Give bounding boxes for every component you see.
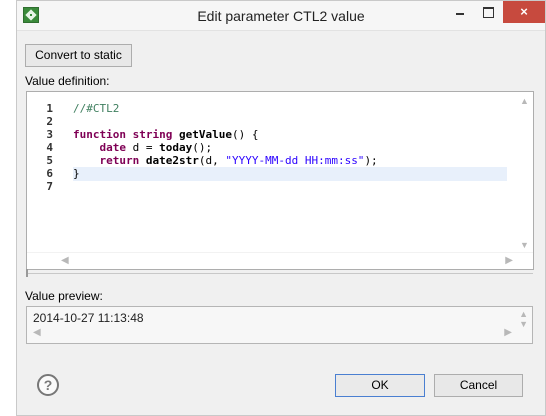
code-editor[interactable]: 1 2 3 4 5 6 7 //#CTL2 function string ge… — [26, 91, 534, 270]
scroll-up-icon[interactable]: ▲ — [520, 96, 529, 106]
maximize-icon[interactable] — [475, 1, 501, 23]
line-number: 3 — [46, 128, 53, 141]
help-icon[interactable]: ? — [37, 374, 59, 396]
code-text: d = — [126, 141, 160, 154]
scroll-left-icon[interactable]: ◀ — [33, 327, 41, 338]
code-function-name: getValue — [178, 128, 232, 141]
scroll-down-icon[interactable]: ▼ — [519, 319, 528, 329]
value-preview-field: 2014-10-27 11:13:48 ▲ ▼ ◀ ▶ — [26, 306, 533, 344]
code-keyword: function string — [73, 128, 179, 141]
scroll-right-icon[interactable]: ▶ — [505, 255, 513, 266]
code-line-6: } — [73, 167, 80, 180]
scroll-down-icon[interactable]: ▼ — [520, 240, 529, 250]
cancel-button[interactable]: Cancel — [434, 374, 523, 397]
line-number: 2 — [46, 115, 53, 128]
scroll-up-icon[interactable]: ▲ — [519, 309, 528, 319]
dialog-window: Edit parameter CTL2 value × Convert to s… — [16, 0, 546, 416]
value-preview-text: 2014-10-27 11:13:48 — [33, 311, 144, 325]
code-string: "YYYY-MM-dd HH:mm:ss" — [225, 154, 365, 167]
code-text: } — [73, 167, 80, 180]
minimize-icon[interactable] — [447, 1, 473, 23]
editor-vertical-scrollbar[interactable]: ▲ ▼ — [516, 92, 533, 252]
code-text: () { — [231, 128, 259, 141]
editor-horizontal-scrollbar[interactable]: ◀ ▶ — [27, 252, 533, 269]
line-number: 4 — [46, 141, 53, 154]
line-number-gutter: 1 2 3 4 5 6 7 — [27, 92, 69, 252]
title-bar: Edit parameter CTL2 value × — [17, 1, 545, 31]
code-text: (d, — [198, 154, 226, 167]
code-keyword: return — [99, 154, 140, 167]
code-text: ); — [364, 154, 378, 167]
line-number: 6 — [46, 167, 53, 180]
code-line-1: //#CTL2 — [73, 102, 119, 115]
code-comment: //#CTL2 — [73, 102, 120, 115]
close-icon[interactable]: × — [503, 1, 545, 23]
line-number: 5 — [46, 154, 53, 167]
value-definition-label: Value definition: — [25, 74, 110, 88]
sash-divider[interactable] — [26, 273, 533, 274]
code-line-4: date d = today(); — [73, 141, 213, 154]
line-number: 7 — [46, 180, 53, 193]
code-line-5: return date2str(d, "YYYY-MM-dd HH:mm:ss"… — [73, 154, 378, 167]
code-function-name: today — [159, 141, 193, 154]
convert-to-static-button[interactable]: Convert to static — [25, 44, 132, 67]
scroll-left-icon[interactable]: ◀ — [61, 255, 69, 266]
sash-grip[interactable] — [26, 269, 28, 277]
ok-button[interactable]: OK — [335, 374, 425, 397]
line-number: 1 — [46, 102, 53, 115]
code-function-name: date2str — [145, 154, 199, 167]
value-preview-label: Value preview: — [25, 289, 103, 303]
code-keyword: date — [99, 141, 127, 154]
code-text: (); — [192, 141, 213, 154]
scroll-right-icon[interactable]: ▶ — [504, 327, 512, 338]
current-line-highlight — [73, 167, 507, 181]
code-line-3: function string getValue() { — [73, 128, 258, 141]
